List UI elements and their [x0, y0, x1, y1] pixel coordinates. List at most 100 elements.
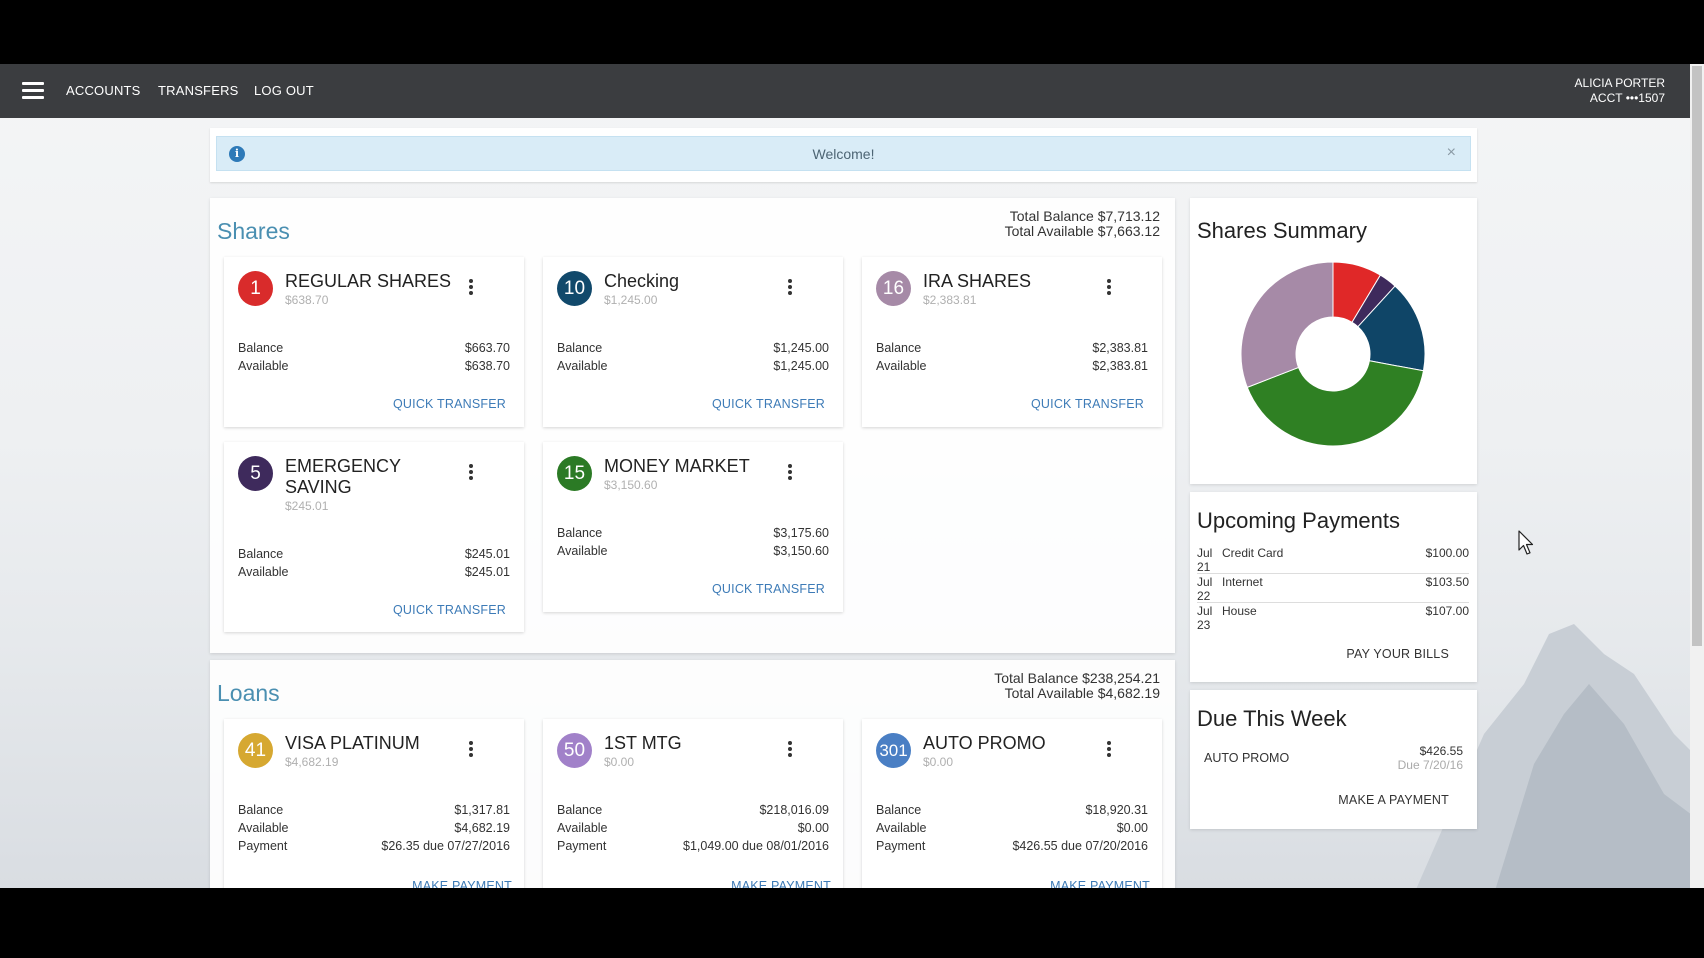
more-options-icon[interactable] — [783, 464, 797, 482]
nav-accounts[interactable]: ACCOUNTS — [66, 83, 141, 98]
account-card-checking[interactable]: 10 Checking $1,245.00 Balance $1,245.00 A… — [543, 257, 843, 427]
balance-label: Balance — [876, 803, 922, 817]
available-label: Available — [876, 359, 927, 373]
payment-row: Payment $1,049.00 due 08/01/2016 — [557, 839, 829, 854]
payment-day: 22 — [1197, 589, 1211, 603]
payment-amount: $100.00 — [1425, 546, 1469, 560]
account-subtitle: $245.01 — [285, 499, 329, 513]
nav-transfers[interactable]: TRANSFERS — [158, 83, 239, 98]
close-icon[interactable]: × — [1447, 144, 1456, 162]
available-value: $2,383.81 — [1092, 359, 1148, 373]
quick-transfer-link[interactable]: QUICK TRANSFER — [712, 397, 825, 411]
app-window: ACCOUNTS TRANSFERS LOG OUT ALICIA PORTER… — [0, 64, 1704, 888]
payment-date: Jul 22 — [1197, 575, 1217, 603]
available-value: $4,682.19 — [454, 821, 510, 835]
account-name: VISA PLATINUM — [285, 733, 420, 753]
quick-transfer-link[interactable]: QUICK TRANSFER — [393, 397, 506, 411]
loan-card-visa-platinum[interactable]: 41 VISA PLATINUM $4,682.19 Balance $1,317… — [224, 719, 524, 888]
more-options-icon[interactable] — [464, 741, 478, 759]
hamburger-menu-icon[interactable] — [22, 82, 44, 100]
make-a-payment-link[interactable]: MAKE A PAYMENT — [1338, 793, 1449, 807]
scrollbar-thumb[interactable] — [1692, 66, 1702, 646]
due-item-date: Due 7/20/16 — [1397, 758, 1463, 772]
payment-label: Payment — [876, 839, 926, 853]
balance-label: Balance — [238, 547, 284, 561]
quick-transfer-link[interactable]: QUICK TRANSFER — [393, 603, 506, 617]
account-name: EMERGENCY SAVING — [285, 456, 401, 497]
available-label: Available — [557, 821, 608, 835]
payment-item: Jul 21 Credit Card $100.00 — [1197, 545, 1469, 574]
account-name: Checking — [604, 271, 680, 291]
payment-name: House — [1222, 604, 1257, 618]
account-card-money-market[interactable]: 15 MONEY MARKET $3,150.60 Balance $3,175.… — [543, 442, 843, 612]
shares-total-balance: Total Balance $7,713.12 — [1009, 208, 1160, 224]
balance-row: Balance $663.70 — [238, 341, 510, 356]
available-label: Available — [557, 359, 608, 373]
available-label: Available — [876, 821, 927, 835]
loans-total-balance: Total Balance $238,254.21 — [994, 670, 1160, 686]
payment-row: Payment $26.35 due 07/27/2016 — [238, 839, 510, 854]
make-payment-link[interactable]: MAKE PAYMENT — [1050, 879, 1150, 888]
more-options-icon[interactable] — [783, 741, 797, 759]
welcome-banner: i Welcome! × — [216, 136, 1471, 171]
balance-value: $1,317.81 — [454, 803, 510, 817]
available-value: $0.00 — [1116, 821, 1148, 835]
quick-transfer-link[interactable]: QUICK TRANSFER — [1031, 397, 1144, 411]
payment-row: Payment $426.55 due 07/20/2016 — [876, 839, 1148, 854]
vertical-scrollbar[interactable] — [1690, 64, 1704, 888]
account-number-badge: 5 — [238, 456, 273, 491]
balance-label: Balance — [557, 803, 603, 817]
nav-logout[interactable]: LOG OUT — [254, 83, 314, 98]
available-row: Available $3,150.60 — [557, 544, 829, 559]
more-options-icon[interactable] — [1102, 279, 1116, 297]
make-payment-link[interactable]: MAKE PAYMENT — [412, 879, 512, 888]
shares-donut-chart — [1240, 262, 1426, 447]
shares-summary-title: Shares Summary — [1197, 218, 1367, 243]
more-options-icon[interactable] — [464, 279, 478, 297]
balance-value: $18,920.31 — [1085, 803, 1148, 817]
donut-slice-ira-shares[interactable] — [1240, 262, 1334, 389]
account-number-badge: 10 — [557, 271, 592, 306]
account-number-badge: 15 — [557, 456, 592, 491]
pay-your-bills-link[interactable]: PAY YOUR BILLS — [1346, 647, 1449, 661]
more-options-icon[interactable] — [783, 279, 797, 297]
balance-value: $245.01 — [464, 547, 510, 561]
payment-item: Jul 22 Internet $103.50 — [1197, 574, 1469, 603]
available-value: $3,150.60 — [773, 544, 829, 558]
account-name: MONEY MARKET — [604, 456, 750, 476]
account-name: IRA SHARES — [923, 271, 1032, 291]
loan-card-auto-promo[interactable]: 301 AUTO PROMO $0.00 Balance $18,920.31 A… — [862, 719, 1162, 888]
balance-value: $2,383.81 — [1092, 341, 1148, 355]
loan-card-1st-mtg[interactable]: 50 1ST MTG $0.00 Balance $218,016.09 Avai… — [543, 719, 843, 888]
account-name: AUTO PROMO — [923, 733, 1046, 753]
account-card-ira-shares[interactable]: 16 IRA SHARES $2,383.81 Balance $2,383.81… — [862, 257, 1162, 427]
balance-value: $663.70 — [464, 341, 510, 355]
account-subtitle: $0.00 — [604, 755, 635, 769]
payment-name: Internet — [1222, 575, 1263, 589]
payment-month: Jul — [1197, 604, 1213, 618]
shares-summary-panel: Shares Summary — [1190, 198, 1477, 484]
available-row: Available $2,383.81 — [876, 359, 1148, 374]
balance-value: $3,175.60 — [773, 526, 829, 540]
user-account-number: ACCT •••1507 — [1589, 91, 1665, 105]
due-item-amount: $426.55 — [1419, 744, 1463, 758]
shares-panel: Shares Total Balance $7,713.12 Total Ava… — [210, 198, 1175, 653]
due-this-week-panel: Due This Week AUTO PROMO $426.55 Due 7/2… — [1190, 690, 1477, 829]
account-name: 1ST MTG — [604, 733, 682, 753]
payment-month: Jul — [1197, 575, 1213, 589]
user-name: ALICIA PORTER — [1574, 76, 1665, 90]
payment-amount: $103.50 — [1425, 575, 1469, 589]
more-options-icon[interactable] — [1102, 741, 1116, 759]
account-card-emergency-saving[interactable]: 5 EMERGENCY SAVING $245.01 Balance $245.0… — [224, 442, 524, 632]
welcome-message: Welcome! — [812, 146, 875, 162]
account-card-regular-shares[interactable]: 1 REGULAR SHARES $638.70 Balance $663.70 … — [224, 257, 524, 427]
quick-transfer-link[interactable]: QUICK TRANSFER — [712, 582, 825, 596]
available-row: Available $4,682.19 — [238, 821, 510, 836]
account-number-badge: 50 — [557, 733, 592, 768]
balance-row: Balance $2,383.81 — [876, 341, 1148, 356]
payment-label: Payment — [238, 839, 288, 853]
due-this-week-title: Due This Week — [1197, 706, 1347, 731]
more-options-icon[interactable] — [464, 464, 478, 482]
account-subtitle: $0.00 — [923, 755, 954, 769]
make-payment-link[interactable]: MAKE PAYMENT — [731, 879, 831, 888]
